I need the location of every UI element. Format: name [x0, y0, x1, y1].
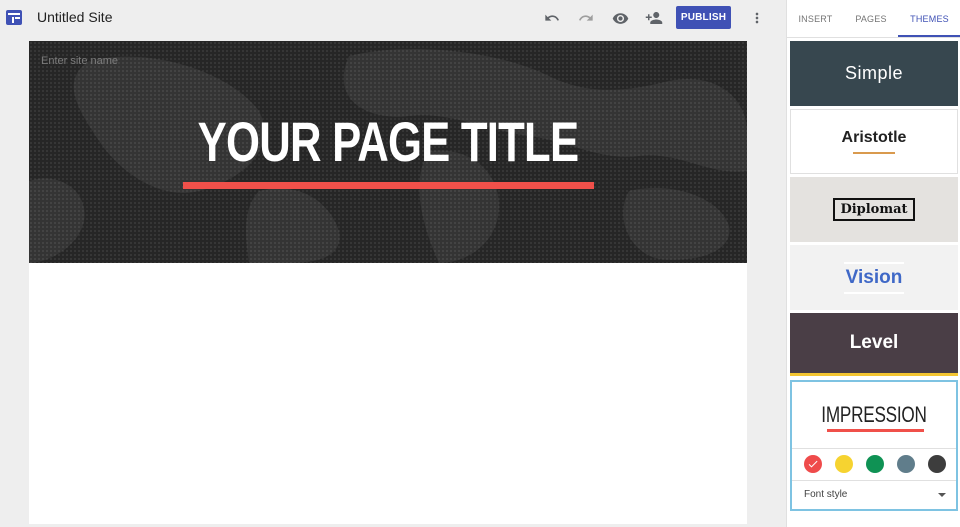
page-title[interactable]: YOUR PAGE TITLE — [108, 109, 668, 174]
tab-insert[interactable]: INSERT — [787, 0, 844, 38]
divider — [792, 480, 956, 481]
add-person-icon[interactable] — [642, 7, 666, 29]
eye-icon[interactable] — [608, 7, 632, 29]
tab-pages[interactable]: PAGES — [844, 0, 898, 38]
color-swatches — [804, 455, 950, 473]
theme-diplomat-label: Diplomat — [833, 198, 915, 221]
theme-diplomat[interactable]: Diplomat — [790, 177, 958, 242]
undo-icon[interactable] — [540, 7, 564, 29]
site-name-placeholder[interactable]: Enter site name — [41, 55, 118, 67]
publish-button[interactable]: PUBLISH — [676, 6, 731, 29]
theme-impression[interactable]: IMPRESSION Font style — [790, 380, 958, 511]
theme-level[interactable]: Level — [790, 313, 958, 376]
more-vert-icon[interactable] — [745, 7, 769, 29]
color-swatch-red[interactable] — [804, 455, 822, 473]
themes-panel: INSERT PAGES THEMES Simple Aristotle Dip… — [786, 0, 960, 527]
title-underline — [183, 182, 594, 189]
theme-level-label: Level — [849, 332, 899, 353]
check-icon — [808, 460, 818, 468]
color-swatch-yellow[interactable] — [835, 455, 853, 473]
theme-aristotle[interactable]: Aristotle — [790, 109, 958, 174]
tab-themes[interactable]: THEMES — [898, 0, 960, 38]
active-tab-indicator — [898, 35, 960, 37]
theme-simple[interactable]: Simple — [790, 41, 958, 106]
header-banner[interactable]: Enter site name YOUR PAGE TITLE — [29, 41, 747, 263]
site-title[interactable]: Untitled Site — [37, 9, 112, 25]
font-style-dropdown[interactable]: Font style — [804, 489, 847, 500]
color-swatch-green[interactable] — [866, 455, 884, 473]
chevron-down-icon[interactable] — [938, 493, 946, 497]
theme-aristotle-underline — [853, 152, 895, 154]
divider — [792, 448, 956, 449]
theme-vision-top-rule — [844, 261, 904, 264]
panel-tabs: INSERT PAGES THEMES — [787, 0, 960, 38]
theme-simple-label: Simple — [844, 63, 904, 83]
page-canvas[interactable]: Enter site name YOUR PAGE TITLE — [29, 41, 747, 524]
theme-impression-underline — [827, 429, 924, 432]
theme-vision-label: Vision — [845, 266, 903, 288]
redo-icon[interactable] — [574, 7, 598, 29]
theme-impression-label: IMPRESSION — [821, 402, 927, 427]
site-layout-icon[interactable] — [6, 10, 22, 25]
theme-vision-bottom-rule — [844, 291, 904, 294]
color-swatch-slate[interactable] — [897, 455, 915, 473]
theme-aristotle-label: Aristotle — [841, 129, 907, 146]
top-bar: Untitled Site PUBLISH — [0, 0, 786, 37]
theme-vision[interactable]: Vision — [790, 245, 958, 310]
color-swatch-dark[interactable] — [928, 455, 946, 473]
